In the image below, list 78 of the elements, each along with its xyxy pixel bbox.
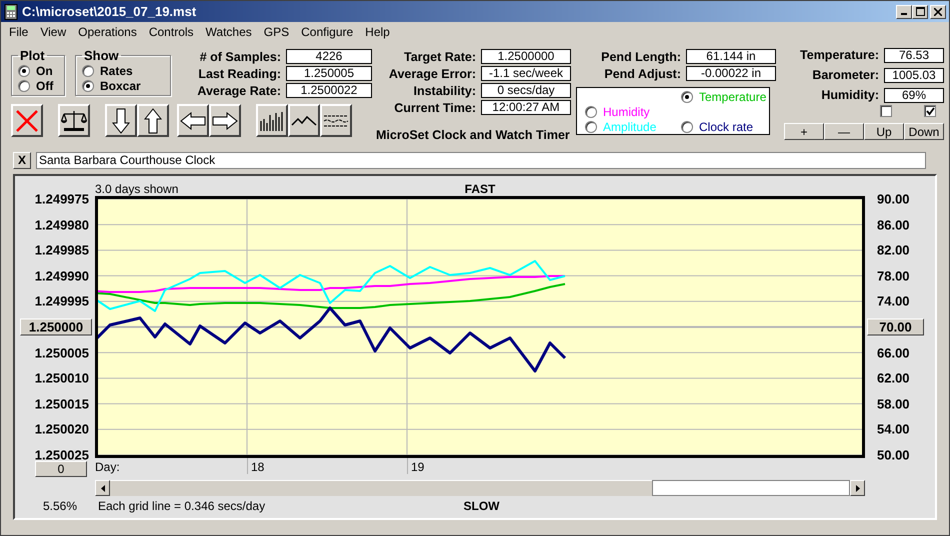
axis-title: Day: <box>95 460 120 474</box>
reference-button[interactable]: 1.250000 <box>20 318 92 336</box>
scale-button[interactable]: Down <box>904 123 944 140</box>
field-label: Instability: <box>413 84 476 98</box>
menu-item[interactable]: GPS <box>258 25 296 39</box>
scale-button[interactable]: Up <box>864 123 904 140</box>
menu-item[interactable]: Configure <box>295 25 360 39</box>
radio-option[interactable]: Rates <box>82 63 164 78</box>
field-label: Average Rate: <box>196 84 281 98</box>
field-label: Barometer: <box>812 68 879 82</box>
axis-label: 19 <box>407 458 424 474</box>
field-label: Humidity: <box>821 88 879 102</box>
axis-label: 1.249985 <box>34 242 89 258</box>
radio-option[interactable]: Off <box>18 78 58 93</box>
scale-button[interactable]: + <box>784 123 824 140</box>
value-field: -1.1 sec/week <box>481 66 571 81</box>
offset-button[interactable]: 0 <box>35 461 87 477</box>
axis-label: 62.00 <box>877 370 910 386</box>
axis-label: 1.249975 <box>34 192 89 206</box>
axis-label: 78.00 <box>877 268 910 284</box>
value-field: 0 secs/day <box>481 83 571 98</box>
axis-label: 1.250010 <box>34 370 89 386</box>
percent-label: 5.56% <box>42 499 78 513</box>
axis-label: 90.00 <box>877 192 910 206</box>
axis-label: 1.250005 <box>34 345 89 360</box>
axis-label: 50.00 <box>877 448 910 462</box>
axis-label: 86.00 <box>877 217 910 232</box>
menu-item[interactable]: Operations <box>72 25 143 39</box>
value-field: 1.2500022 <box>286 83 372 98</box>
axis-label: 1.249980 <box>34 217 89 232</box>
watch-name-field[interactable]: Santa Barbara Courthouse Clock <box>36 152 926 168</box>
axis-label: 18 <box>247 458 264 474</box>
group-title: Show <box>83 48 120 63</box>
reference-button[interactable]: 70.00 <box>867 318 924 336</box>
slow-label: SLOW <box>464 499 500 513</box>
value-field: 76.53 <box>884 48 944 62</box>
axis-label: 1.249990 <box>34 268 89 284</box>
field-label: Current Time: <box>394 100 476 114</box>
menu-item[interactable]: Watches <box>200 25 258 39</box>
menu-item[interactable]: File <box>3 25 34 39</box>
grid-note: Each grid line = 0.346 secs/day <box>98 499 266 513</box>
axis-label: 58.00 <box>877 396 910 412</box>
axis-label: 1.250020 <box>34 422 89 437</box>
axis-label: 1.250015 <box>34 396 89 412</box>
clear-button[interactable]: X <box>13 152 31 168</box>
axis-label: 74.00 <box>877 294 910 309</box>
field-label: Last Reading: <box>197 66 281 80</box>
value-field: 61.144 in <box>686 49 776 64</box>
menu-item[interactable]: Controls <box>142 25 200 39</box>
field-label: Pend Length: <box>601 50 681 64</box>
menu-item[interactable]: Help <box>359 25 396 39</box>
field-label: Average Error: <box>388 66 476 80</box>
field-label: Target Rate: <box>404 50 476 64</box>
axis-label: 82.00 <box>877 242 910 258</box>
value-field: 12:00:27 AM <box>481 100 571 115</box>
axis-label: 66.00 <box>877 345 910 360</box>
value-field: -0.00022 in <box>686 66 776 81</box>
value-field: 69% <box>884 88 944 102</box>
span-label: 3.0 days shown <box>95 182 178 196</box>
window-title: C:\microset\2015_07_19.mst <box>22 4 198 19</box>
group-title: Plot <box>19 48 46 63</box>
axis-label: 1.250025 <box>34 448 89 462</box>
radio-option[interactable]: On <box>18 63 58 78</box>
field-label: Pend Adjust: <box>604 66 681 80</box>
value-field: 1.250005 <box>286 66 372 81</box>
fast-label: FAST <box>464 182 496 196</box>
axis-label: 1.249995 <box>34 294 89 309</box>
value-field: 1005.03 <box>884 68 944 82</box>
field-label: # of Samples: <box>198 50 281 64</box>
value-field: 1.2500000 <box>481 49 571 64</box>
axis-label: 54.00 <box>877 422 910 437</box>
scale-button[interactable]: — <box>824 123 864 140</box>
value-field: 4226 <box>286 49 372 64</box>
radio-option[interactable]: Boxcar <box>82 78 164 93</box>
radio-option[interactable]: Clock rate <box>681 119 777 134</box>
app-title: MicroSet Clock and Watch Timer <box>376 128 571 142</box>
field-label: Temperature: <box>800 48 879 62</box>
menu-item[interactable]: View <box>34 25 72 39</box>
